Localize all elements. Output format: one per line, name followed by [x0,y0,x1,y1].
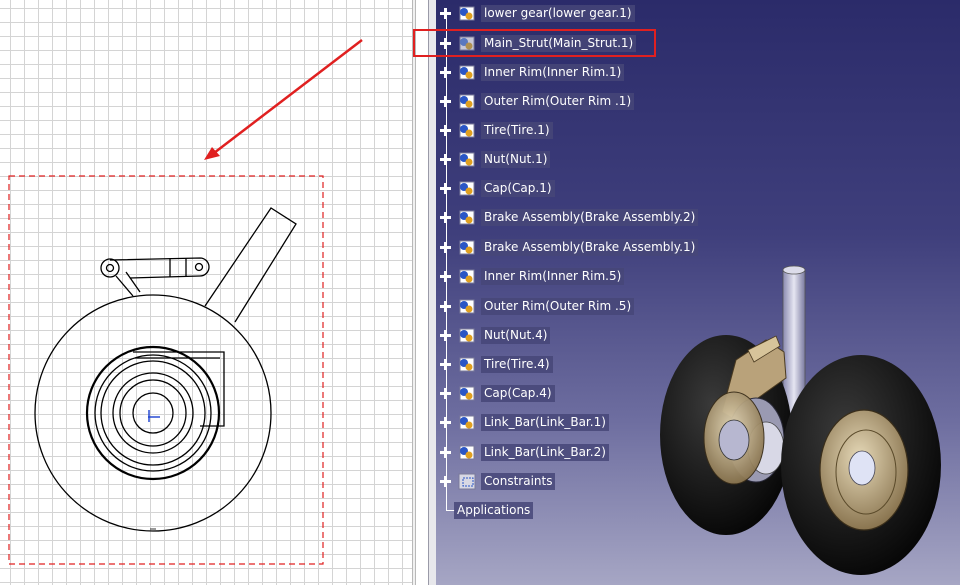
tree-item-nut-4[interactable]: Nut(Nut.4) [440,324,551,346]
tree-item-link-bar-2[interactable]: Link_Bar(Link_Bar.2) [440,441,609,463]
part-gear-icon [456,441,478,463]
landing-gear-model[interactable] [436,0,960,585]
tree-item-applications[interactable]: Applications [450,500,534,520]
tree-item-cap-1[interactable]: Cap(Cap.1) [440,177,555,199]
expand-icon[interactable] [440,446,451,458]
tree-item-outer-rim-5[interactable]: Outer Rim(Outer Rim .5) [440,295,635,317]
part-gear-icon [456,148,478,170]
expand-icon[interactable] [440,241,451,253]
tree-item-cap-4[interactable]: Cap(Cap.4) [440,382,555,404]
tree-item-outer-rim-1[interactable]: Outer Rim(Outer Rim .1) [440,90,635,112]
part-gear-icon [456,295,478,317]
tree-item-label[interactable]: Constraints [481,472,556,490]
part-gear-icon [456,61,478,83]
highlight-annotation [413,29,656,57]
tree-item-inner-rim-1[interactable]: Inner Rim(Inner Rim.1) [440,61,625,83]
tree-item-label[interactable]: Inner Rim(Inner Rim.5) [481,267,625,285]
tree-item-label[interactable]: Cap(Cap.4) [481,384,555,402]
tree-item-brake-assembly-2[interactable]: Brake Assembly(Brake Assembly.2) [440,206,699,228]
view-frame[interactable] [8,175,324,565]
tree-item-label[interactable]: Nut(Nut.1) [481,150,551,168]
tree-item-nut-1[interactable]: Nut(Nut.1) [440,148,551,170]
tree-item-inner-rim-5[interactable]: Inner Rim(Inner Rim.5) [440,265,625,287]
part-gear-icon [456,353,478,375]
tree-item-label[interactable]: lower gear(lower gear.1) [481,4,635,22]
tree-item-label[interactable]: Link_Bar(Link_Bar.2) [481,443,609,461]
tree-item-label[interactable]: Outer Rim(Outer Rim .1) [481,92,635,110]
expand-icon[interactable] [440,416,451,428]
expand-icon[interactable] [440,387,451,399]
tree-item-link-bar-1[interactable]: Link_Bar(Link_Bar.1) [440,411,609,433]
tree-item-constraints[interactable]: Constraints [440,470,556,492]
expand-icon[interactable] [440,66,451,78]
part-gear-icon [456,206,478,228]
tree-connector [446,8,447,508]
tree-item-lower-gear[interactable]: lower gear(lower gear.1) [440,2,635,24]
tree-item-label[interactable]: Tire(Tire.4) [481,355,553,373]
tree-item-label[interactable]: Nut(Nut.4) [481,326,551,344]
part-gear-icon [456,236,478,258]
tree-item-tire-4[interactable]: Tire(Tire.4) [440,353,553,375]
annotation-arrow [204,39,363,160]
part-gear-icon [456,324,478,346]
tree-item-label[interactable]: Brake Assembly(Brake Assembly.2) [481,208,699,226]
expand-icon[interactable] [440,300,451,312]
tree-item-label[interactable]: Outer Rim(Outer Rim .5) [481,297,635,315]
expand-icon[interactable] [440,124,451,136]
expand-icon[interactable] [440,475,451,487]
expand-icon[interactable] [440,358,451,370]
expand-icon[interactable] [440,329,451,341]
expand-icon[interactable] [440,211,451,223]
expand-icon[interactable] [440,153,451,165]
front-view-drawing[interactable] [34,207,297,532]
tree-item-tire-1[interactable]: Tire(Tire.1) [440,119,553,141]
tree-item-label[interactable]: Cap(Cap.1) [481,179,555,197]
3d-viewport[interactable]: lower gear(lower gear.1) Main_Strut(Main… [436,0,960,585]
expand-icon[interactable] [440,95,451,107]
tree-item-label[interactable]: Applications [454,501,534,519]
part-gear-icon [456,265,478,287]
tree-item-label[interactable]: Brake Assembly(Brake Assembly.1) [481,238,699,256]
part-gear-icon [456,411,478,433]
tree-item-label[interactable]: Link_Bar(Link_Bar.1) [481,413,609,431]
splitter-gap [416,0,428,585]
drawing-sheet[interactable] [0,0,412,585]
part-gear-icon [456,382,478,404]
constraints-icon [456,470,478,492]
part-gear-icon [456,119,478,141]
drawing-canvas[interactable] [0,0,412,585]
part-gear-icon [456,2,478,24]
tree-item-label[interactable]: Inner Rim(Inner Rim.1) [481,63,625,81]
tree-item-brake-assembly-1[interactable]: Brake Assembly(Brake Assembly.1) [440,236,699,258]
viewport-border [428,0,436,585]
expand-icon[interactable] [440,270,451,282]
expand-icon[interactable] [440,7,451,19]
part-gear-icon [456,177,478,199]
part-gear-icon [456,90,478,112]
tree-item-label[interactable]: Tire(Tire.1) [481,121,553,139]
expand-icon[interactable] [440,182,451,194]
